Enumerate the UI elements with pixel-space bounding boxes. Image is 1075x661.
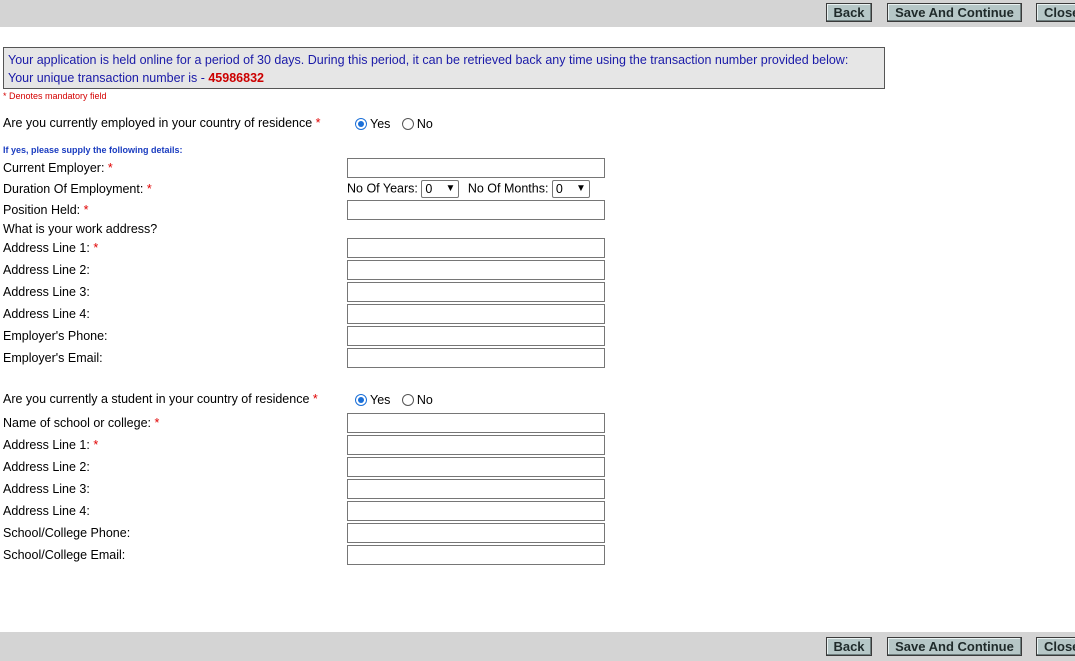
employer-email-input[interactable] <box>347 348 605 368</box>
current-employer-input[interactable] <box>347 158 605 178</box>
student-yes-label: Yes <box>370 393 391 407</box>
radio-checked-icon[interactable] <box>355 118 367 130</box>
employment-question-text: Are you currently employed in your count… <box>3 116 313 130</box>
school-address-line-4-label: Address Line 4: <box>3 504 90 518</box>
years-label: No Of Years: <box>347 181 418 196</box>
close-button[interactable]: Close <box>1036 637 1075 656</box>
school-address-line-1-label: Address Line 1: * <box>3 438 99 452</box>
employment-question: Are you currently employed in your count… <box>3 116 321 130</box>
school-name-input[interactable] <box>347 413 605 433</box>
back-button[interactable]: Back <box>826 3 872 22</box>
save-and-continue-button[interactable]: Save And Continue <box>887 637 1022 656</box>
position-held-label: Position Held: * <box>3 203 89 217</box>
student-no-option[interactable]: No <box>401 393 433 407</box>
school-email-label: School/College Email: <box>3 548 126 562</box>
transaction-prefix: Your unique transaction number is - <box>8 71 209 85</box>
employment-no-label: No <box>416 117 433 131</box>
back-button[interactable]: Back <box>826 637 872 656</box>
radio-checked-icon[interactable] <box>355 394 367 406</box>
employment-no-option[interactable]: No <box>401 117 433 131</box>
student-question: Are you currently a student in your coun… <box>3 392 318 406</box>
bottom-toolbar: Back Save And Continue Close <box>0 632 1075 661</box>
radio-unchecked-icon[interactable] <box>401 118 414 130</box>
close-button[interactable]: Close <box>1036 3 1075 22</box>
notice-line-1: Your application is held online for a pe… <box>8 53 849 67</box>
save-and-continue-button[interactable]: Save And Continue <box>887 3 1022 22</box>
employer-phone-label: Employer's Phone: <box>3 329 108 343</box>
top-toolbar: Back Save And Continue Close <box>0 0 1075 27</box>
employment-yes-option[interactable]: Yes <box>355 117 390 131</box>
months-label: No Of Months: <box>467 181 549 196</box>
student-yes-option[interactable]: Yes <box>355 393 390 407</box>
work-address-line-3-input[interactable] <box>347 282 605 302</box>
student-radio-group: Yes No <box>355 393 441 407</box>
work-address-line-2-input[interactable] <box>347 260 605 280</box>
student-no-label: No <box>416 393 433 407</box>
employer-email-label: Employer's Email: <box>3 351 103 365</box>
work-address-question: What is your work address? <box>3 222 158 236</box>
school-address-line-2-input[interactable] <box>347 457 605 477</box>
employment-hint: If yes, please supply the following deta… <box>3 145 183 155</box>
mandatory-note: * Denotes mandatory field <box>3 91 107 101</box>
chevron-down-icon: ▼ <box>445 183 456 194</box>
employer-phone-input[interactable] <box>347 326 605 346</box>
months-select[interactable]: 0 ▼ <box>551 180 590 198</box>
school-address-line-2-label: Address Line 2: <box>3 460 90 474</box>
work-address-line-1-label: Address Line 1: * <box>3 241 99 255</box>
school-address-line-3-label: Address Line 3: <box>3 482 90 496</box>
required-marker: * <box>315 116 321 130</box>
chevron-down-icon: ▼ <box>576 183 586 194</box>
duration-label: Duration Of Employment: * <box>3 182 152 196</box>
notice-box: Your application is held online for a pe… <box>3 47 885 89</box>
radio-unchecked-icon[interactable] <box>401 394 414 406</box>
school-address-line-3-input[interactable] <box>347 479 605 499</box>
duration-controls: No Of Years: 0 ▼ No Of Months: 0 ▼ <box>347 180 590 198</box>
work-address-line-3-label: Address Line 3: <box>3 285 90 299</box>
transaction-number: 45986832 <box>208 71 264 85</box>
years-select[interactable]: 0 ▼ <box>421 180 460 198</box>
employment-yes-label: Yes <box>370 117 391 131</box>
work-address-line-2-label: Address Line 2: <box>3 263 90 277</box>
school-phone-input[interactable] <box>347 523 605 543</box>
school-name-label: Name of school or college: * <box>3 416 160 430</box>
school-email-input[interactable] <box>347 545 605 565</box>
employment-radio-group: Yes No <box>355 117 441 131</box>
current-employer-label: Current Employer: * <box>3 161 113 175</box>
school-phone-label: School/College Phone: <box>3 526 131 540</box>
notice-line-2: Your unique transaction number is - 4598… <box>8 69 880 87</box>
position-held-input[interactable] <box>347 200 605 220</box>
work-address-line-4-label: Address Line 4: <box>3 307 90 321</box>
work-address-line-1-input[interactable] <box>347 238 605 258</box>
work-address-line-4-input[interactable] <box>347 304 605 324</box>
school-address-line-1-input[interactable] <box>347 435 605 455</box>
school-address-line-4-input[interactable] <box>347 501 605 521</box>
